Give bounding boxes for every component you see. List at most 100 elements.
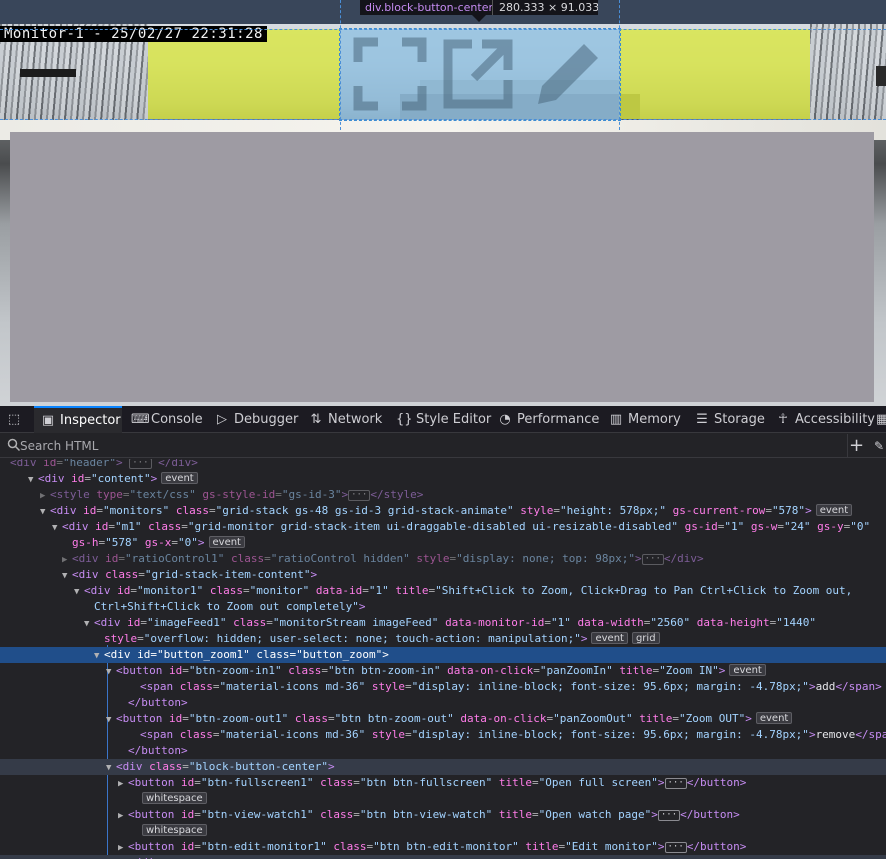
expand-toggle-icon[interactable]: ▼ [40, 504, 50, 520]
expand-toggle-icon[interactable]: ▼ [74, 584, 84, 600]
markup-node-row[interactable]: ▶ <button id="btn-edit-monitor1" class="b… [0, 839, 886, 855]
guide-line-bottom [0, 119, 886, 120]
ratio-control-overlay [10, 132, 874, 402]
guide-line-top [0, 29, 886, 30]
edit-monitor-button[interactable] [528, 34, 618, 114]
debugger-icon: ▷ [217, 412, 227, 427]
markup-node-text: <div id="imageFeed1" class="monitorStrea… [94, 616, 816, 629]
markup-node-text: <div id="monitors" class="grid-stack gs-… [50, 504, 853, 517]
expand-toggle-icon[interactable]: ▶ [118, 840, 128, 856]
markup-node-row[interactable]: ▼ <div id="content"> event [0, 471, 886, 487]
markup-node-text: <span class="material-icons md-36" style… [140, 680, 882, 693]
markup-node-text: <div id="button_zoom1" class="button_zoo… [104, 648, 389, 661]
network-icon: ⇅ [310, 412, 322, 427]
tab-inspector[interactable]: ▣ Inspector [34, 406, 122, 433]
markup-node-row[interactable]: <div id="header"> ··· </div> [0, 459, 886, 471]
expand-toggle-icon[interactable]: ▼ [94, 648, 104, 664]
expand-toggle-icon[interactable]: ▶ [118, 808, 128, 824]
fullscreen-button[interactable] [350, 34, 440, 114]
markup-node-row[interactable]: ▶ <style type="text/css" gs-style-id="gs-… [0, 487, 886, 503]
markup-tree[interactable]: <div id="header"> ··· </div> ▼ <div id="co… [0, 459, 886, 859]
markup-node-row[interactable]: ▶ <button id="btn-fullscreen1" class="btn… [0, 775, 886, 791]
markup-node-row[interactable]: ▶ <div id="ratioControl1" class="ratioCon… [0, 551, 886, 567]
more-tabs-button[interactable]: ▦ [876, 406, 886, 433]
style-editor-icon: {} [396, 412, 413, 427]
search-icon [7, 438, 21, 452]
markup-node-row[interactable]: </button> [0, 695, 886, 711]
markup-node-row[interactable]: <span class="material-icons md-36" style… [0, 727, 886, 743]
markup-node-text: <div class="grid-stack-item-content"> [72, 568, 318, 581]
markup-node-text: gs-h="578" gs-x="0"> event [72, 536, 245, 549]
markup-node-text: whitespace [138, 792, 207, 805]
markup-node-text: <style type="text/css" gs-style-id="gs-i… [50, 488, 424, 501]
node-infobar-tooltip: div.block-button-center 280.333 × 91.033… [360, 0, 598, 15]
expand-toggle-icon[interactable]: ▼ [84, 616, 94, 632]
markup-node-row[interactable]: <span class="material-icons md-36" style… [0, 679, 886, 695]
console-icon: ⌨ [131, 412, 150, 427]
markup-node-row[interactable]: ▼ <div id="imageFeed1" class="monitorStre… [0, 615, 886, 631]
expand-toggle-icon[interactable]: ▼ [28, 472, 38, 488]
markup-node-text: <span class="material-icons md-36" style… [140, 728, 886, 741]
page-viewport: Monitor-1 - 25/02/27 22:31:28 div.block-… [0, 0, 886, 406]
expand-toggle-icon[interactable]: ▶ [62, 552, 72, 568]
expand-toggle-icon[interactable]: ▼ [52, 520, 62, 536]
markup-node-row[interactable]: whitespace [0, 823, 886, 839]
tab-storage[interactable]: ☰ Storage [694, 406, 765, 433]
tab-accessibility[interactable]: ☥ Accessibility [775, 406, 875, 433]
element-picker-button[interactable]: ⬚ [6, 406, 26, 433]
markup-node-text: </button> [128, 744, 188, 757]
markup-node-text: <button id="btn-zoom-out1" class="btn bt… [116, 712, 793, 725]
tab-console[interactable]: ⌨Console [131, 406, 203, 433]
markup-node-row[interactable]: </button> [0, 743, 886, 759]
expand-toggle-icon[interactable]: ▶ [40, 488, 50, 504]
tab-debugger[interactable]: ▷ Debugger [214, 406, 298, 433]
markup-node-row[interactable]: ▼ <button id="btn-zoom-out1" class="btn b… [0, 711, 886, 727]
tab-memory-label: Memory [628, 412, 681, 427]
memory-icon: ▥ [609, 412, 623, 427]
add-node-button[interactable]: + [847, 434, 865, 458]
tab-network[interactable]: ⇅ Network [308, 406, 383, 433]
tab-style-editor[interactable]: {} Style Editor [396, 406, 491, 433]
devtools-panel: ⬚ ▣ Inspector ⌨Console ▷ Debugger ⇅ Network… [0, 406, 886, 859]
open-watch-button[interactable] [438, 34, 528, 114]
markup-node-text: <div id="m1" class="grid-monitor grid-st… [62, 520, 871, 533]
search-html-input[interactable] [20, 436, 810, 456]
inspector-icon: ▣ [41, 413, 55, 428]
zoom-in-button-highlight [148, 29, 340, 119]
guide-line-right [619, 0, 620, 130]
markup-node-row[interactable]: Ctrl+Shift+Click to Zoom out completely"… [0, 599, 886, 615]
expand-toggle-icon[interactable]: ▼ [106, 664, 116, 680]
markup-node-row[interactable]: ▼ <div id="monitor1" class="monitor" data… [0, 583, 886, 599]
tab-accessibility-label: Accessibility [795, 412, 875, 427]
markup-node-row[interactable]: ▼ <button id="btn-zoom-in1" class="btn bt… [0, 663, 886, 679]
expand-toggle-icon[interactable]: ▼ [106, 760, 116, 776]
tab-memory[interactable]: ▥ Memory [608, 406, 681, 433]
tab-network-label: Network [328, 412, 383, 427]
pencil-icon [538, 44, 598, 104]
markup-node-row[interactable]: ▼ <div id="m1" class="grid-monitor grid-s… [0, 519, 886, 535]
performance-icon: ◔ [499, 412, 511, 427]
markup-node-row[interactable]: style="overflow: hidden; user-select: no… [0, 631, 886, 647]
markup-node-row[interactable]: ▼ <div class="grid-stack-item-content"> [0, 567, 886, 583]
storage-icon: ☰ [696, 412, 708, 427]
zoom-out-button-highlight [619, 29, 810, 119]
open-in-new-icon [443, 39, 513, 109]
tab-performance[interactable]: ◔ Performance [497, 406, 599, 433]
picker-icon: ⬚ [7, 412, 21, 427]
stream-scroll-handle[interactable] [876, 66, 886, 86]
tooltip-arrow [472, 15, 486, 22]
eyedropper-icon[interactable]: ✎ [874, 434, 886, 458]
markup-node-row[interactable]: ▼ <div id="button_zoom1" class="button_zo… [0, 647, 886, 663]
markup-node-row[interactable]: ▶ <button id="btn-view-watch1" class="btn… [0, 807, 886, 823]
expand-toggle-icon[interactable]: ▼ [106, 712, 116, 728]
markup-node-row[interactable]: whitespace [0, 791, 886, 807]
tab-inspector-label: Inspector [60, 413, 121, 428]
expand-toggle-icon[interactable]: ▶ [118, 776, 128, 792]
markup-node-row[interactable]: </div> [0, 855, 886, 859]
markup-node-row[interactable]: ▼ <div class="block-button-center"> [0, 759, 886, 775]
expand-toggle-icon[interactable]: ▼ [62, 568, 72, 584]
markup-node-text: <div id="content"> event [38, 472, 198, 485]
minus-icon[interactable] [20, 69, 76, 77]
markup-node-row[interactable]: ▼ <div id="monitors" class="grid-stack gs… [0, 503, 886, 519]
markup-node-row[interactable]: gs-h="578" gs-x="0"> event [0, 535, 886, 551]
